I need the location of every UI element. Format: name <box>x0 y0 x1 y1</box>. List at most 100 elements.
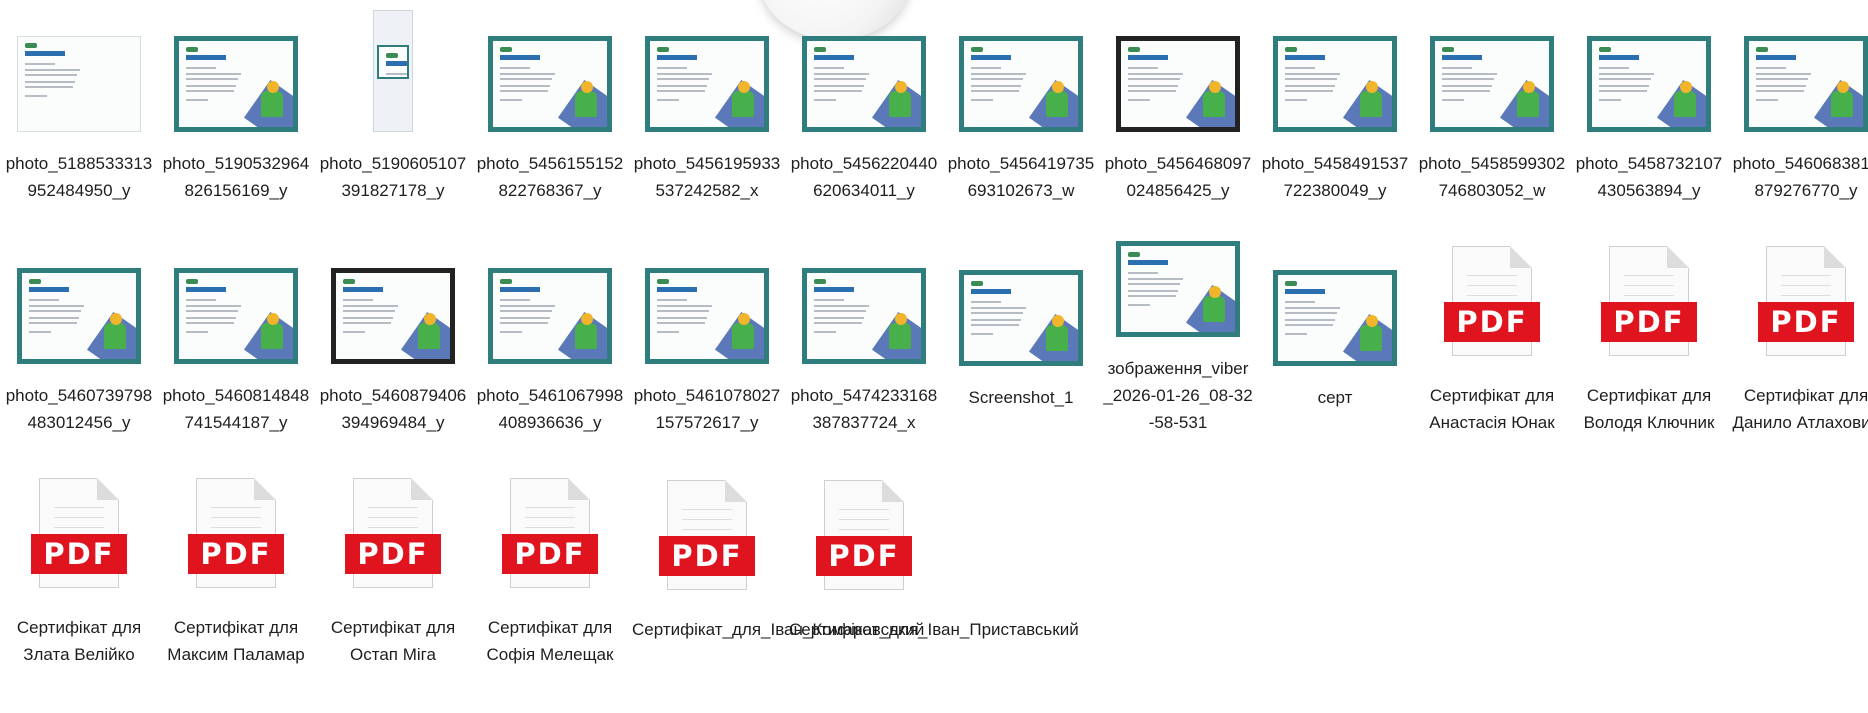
file-thumbnail-box: PDF <box>318 468 468 596</box>
file-thumbnail-box <box>1103 4 1253 132</box>
image-file-item[interactable]: photo_5190532964826156169_y <box>161 4 311 204</box>
certificate-thumbnail <box>1587 36 1711 132</box>
certificate-thumbnail <box>17 268 141 364</box>
certificate-thumbnail <box>488 268 612 364</box>
image-file-item[interactable]: photo_5460879406394969484_y <box>318 236 468 436</box>
pdf-file-item[interactable]: PDF Сертифікат_для_Іван_Приставський <box>789 468 1079 668</box>
file-thumbnail-box: PDF <box>1417 236 1567 364</box>
image-file-item[interactable]: photo_5460739798483012456_y <box>4 236 154 436</box>
image-file-item[interactable]: photo_5456220440620634011_y <box>789 4 939 204</box>
certificate-thumbnail <box>802 36 926 132</box>
file-name-label: photo_5458491537722380049_y <box>1261 154 1409 200</box>
image-file-item[interactable]: photo_5456468097024856425_y <box>1103 4 1253 204</box>
pdf-file-icon: PDF <box>502 478 598 596</box>
file-thumbnail-box <box>1417 4 1567 132</box>
file-thumbnail-box: PDF <box>4 468 154 596</box>
certificate-thumbnail <box>1430 36 1554 132</box>
file-thumbnail-box: PDF <box>789 468 939 598</box>
pdf-file-item[interactable]: PDF Сертифікат для Максим Паламар <box>161 468 311 668</box>
pdf-file-item[interactable]: PDF Сертифікат для Анастасія Юнак <box>1417 236 1567 436</box>
certificate-thumbnail <box>802 268 926 364</box>
file-thumbnail-box <box>4 236 154 364</box>
certificate-thumbnail <box>1744 36 1868 132</box>
file-thumbnail-box <box>475 4 625 132</box>
image-file-item[interactable]: photo_5461067998408936636_y <box>475 236 625 436</box>
image-file-item[interactable]: photo_5458732107430563894_y <box>1574 4 1724 204</box>
certificate-thumbnail <box>645 36 769 132</box>
pdf-badge: PDF <box>1601 302 1697 342</box>
image-file-item[interactable]: photo_5190605107391827178_y <box>318 4 468 204</box>
file-name-label: Сертифікат для Остап Міга <box>330 618 456 664</box>
image-file-item[interactable]: photo_5456419735693102673_w <box>946 4 1096 204</box>
image-file-item[interactable]: photo_5456195933537242582_x <box>632 4 782 204</box>
image-file-item[interactable]: photo_5458491537722380049_y <box>1260 4 1410 204</box>
pdf-file-item[interactable]: PDF Сертифікат для Софія Мелещак <box>475 468 625 668</box>
file-name-label: photo_5456419735693102673_w <box>947 154 1095 200</box>
file-thumbnail-box: PDF <box>1574 236 1724 364</box>
image-file-item[interactable]: зображення_viber_2026-01-26_08-32-58-531 <box>1103 236 1253 436</box>
pdf-file-item[interactable]: PDF Сертифікат для Злата Велійко <box>4 468 154 668</box>
image-file-item[interactable]: photo_5460683817879276770_y <box>1731 4 1868 204</box>
image-file-item[interactable]: photo_5460814848741544187_y <box>161 236 311 436</box>
image-file-item[interactable]: photo_5461078027157572617_y <box>632 236 782 436</box>
certificate-thumbnail <box>1273 270 1397 366</box>
file-thumbnail-box <box>632 4 782 132</box>
image-file-item[interactable]: photo_5474233168387837724_x <box>789 236 939 436</box>
file-name-label: photo_5461078027157572617_y <box>633 386 781 432</box>
file-name-label: photo_5456155152822768367_y <box>476 154 624 200</box>
image-file-item[interactable]: серт <box>1260 236 1410 436</box>
pdf-badge: PDF <box>31 534 127 574</box>
file-thumbnail-box <box>632 236 782 364</box>
certificate-thumbnail <box>373 10 413 132</box>
file-thumbnail-box <box>789 4 939 132</box>
file-thumbnail-box: PDF <box>475 468 625 596</box>
image-file-item[interactable]: photo_5188533313952484950_y <box>4 4 154 204</box>
file-name-label: photo_5458599302746803052_w <box>1418 154 1566 200</box>
pdf-file-icon: PDF <box>31 478 127 596</box>
pdf-file-item[interactable]: PDF Сертифікат для Остап Міга <box>318 468 468 668</box>
file-name-label: photo_5188533313952484950_y <box>5 154 153 200</box>
file-name-label: photo_5458732107430563894_y <box>1575 154 1723 200</box>
pdf-badge: PDF <box>1444 302 1540 342</box>
pdf-badge: PDF <box>502 534 598 574</box>
file-thumbnail-box <box>161 236 311 364</box>
certificate-thumbnail <box>1116 241 1240 337</box>
file-thumbnail-box <box>318 236 468 364</box>
file-thumbnail-box <box>1103 236 1253 337</box>
certificate-thumbnail <box>174 268 298 364</box>
file-thumbnail-box <box>1574 4 1724 132</box>
file-name-label: зображення_viber_2026-01-26_08-32-58-531 <box>1103 359 1253 432</box>
file-name-label: photo_5460683817879276770_y <box>1732 154 1868 200</box>
pdf-file-item[interactable]: PDF Сертифікат для Данило Атлахович <box>1731 236 1868 436</box>
certificate-thumbnail <box>1116 36 1240 132</box>
image-file-item[interactable]: Screenshot_1 <box>946 236 1096 436</box>
file-name-label: Сертифікат для Анастасія Юнак <box>1429 386 1555 432</box>
image-file-item[interactable]: photo_5458599302746803052_w <box>1417 4 1567 204</box>
image-file-item[interactable]: photo_5456155152822768367_y <box>475 4 625 204</box>
pdf-badge: PDF <box>659 536 755 576</box>
file-thumbnail-box: PDF <box>161 468 311 596</box>
file-thumbnail-box <box>475 236 625 364</box>
file-name-label: Сертифікат для Софія Мелещак <box>486 618 614 664</box>
certificate-thumbnail <box>488 36 612 132</box>
pdf-file-icon: PDF <box>345 478 441 596</box>
pdf-file-icon: PDF <box>1758 246 1854 364</box>
file-thumbnail-box <box>946 4 1096 132</box>
file-thumbnail-box <box>318 4 468 132</box>
file-grid: photo_5188533313952484950_y photo_5190532… <box>0 0 1868 713</box>
file-name-label: Сертифікат_для_Іван_Комаровський <box>632 620 925 639</box>
pdf-badge: PDF <box>1758 302 1854 342</box>
pdf-file-item[interactable]: PDF Сертифікат для Володя Ключник <box>1574 236 1724 436</box>
file-name-label: Сертифікат для Злата Велійко <box>16 618 142 664</box>
pdf-badge: PDF <box>816 536 912 576</box>
file-name-label: серт <box>1317 388 1353 407</box>
file-thumbnail-box <box>1731 4 1868 132</box>
file-name-label: photo_5461067998408936636_y <box>476 386 624 432</box>
certificate-thumbnail <box>17 36 141 132</box>
pdf-file-item[interactable]: PDF Сертифікат_для_Іван_Комаровський <box>632 468 925 668</box>
file-name-label: Сертифікат для Максим Паламар <box>167 618 305 664</box>
file-name-label: Сертифікат для Данило Атлахович <box>1732 386 1868 432</box>
file-name-label: photo_5460739798483012456_y <box>5 386 153 432</box>
file-name-label: Сертифікат для Володя Ключник <box>1583 386 1715 432</box>
file-thumbnail-box <box>4 4 154 132</box>
